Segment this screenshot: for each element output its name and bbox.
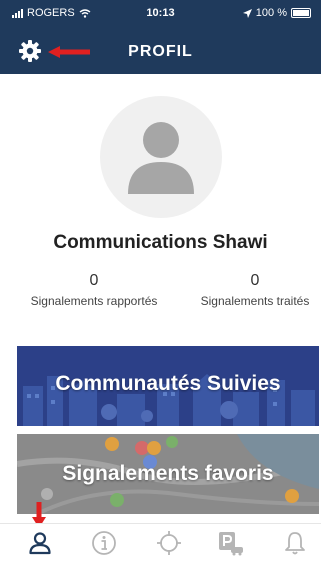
page-title: PROFIL — [128, 43, 193, 60]
parking-icon[interactable] — [218, 530, 244, 556]
avatar[interactable] — [100, 96, 222, 218]
status-right: 100 % — [242, 7, 311, 19]
tab-bar — [0, 523, 321, 563]
location-arrow-icon — [242, 8, 252, 18]
stat-reported: 0 Signalements rapportés — [14, 272, 174, 308]
info-icon[interactable] — [91, 530, 117, 556]
profile-icon[interactable] — [27, 530, 53, 556]
bell-icon[interactable] — [282, 530, 308, 556]
status-bar: ROGERS 10:13 100 % — [0, 0, 321, 30]
stat-processed-value: 0 — [250, 272, 260, 289]
stat-processed: 0 Signalements traités — [175, 272, 321, 308]
user-silhouette-icon — [128, 122, 194, 194]
followed-communities-label: Communautés Suivies — [55, 372, 281, 395]
stat-reported-value: 0 — [89, 272, 99, 289]
header-bar: PROFIL — [0, 30, 321, 74]
battery-icon — [291, 8, 311, 18]
favorite-reports-label: Signalements favoris — [62, 462, 274, 485]
stat-processed-label: Signalements traités — [200, 294, 310, 308]
stat-reported-label: Signalements rapportés — [30, 294, 158, 308]
profile-name: Communications Shawi — [53, 232, 268, 253]
favorite-reports-card[interactable]: Signalements favoris — [17, 434, 319, 514]
followed-communities-card[interactable]: Communautés Suivies — [17, 346, 319, 426]
target-icon[interactable] — [156, 530, 182, 556]
battery-percent: 100 % — [255, 7, 287, 19]
